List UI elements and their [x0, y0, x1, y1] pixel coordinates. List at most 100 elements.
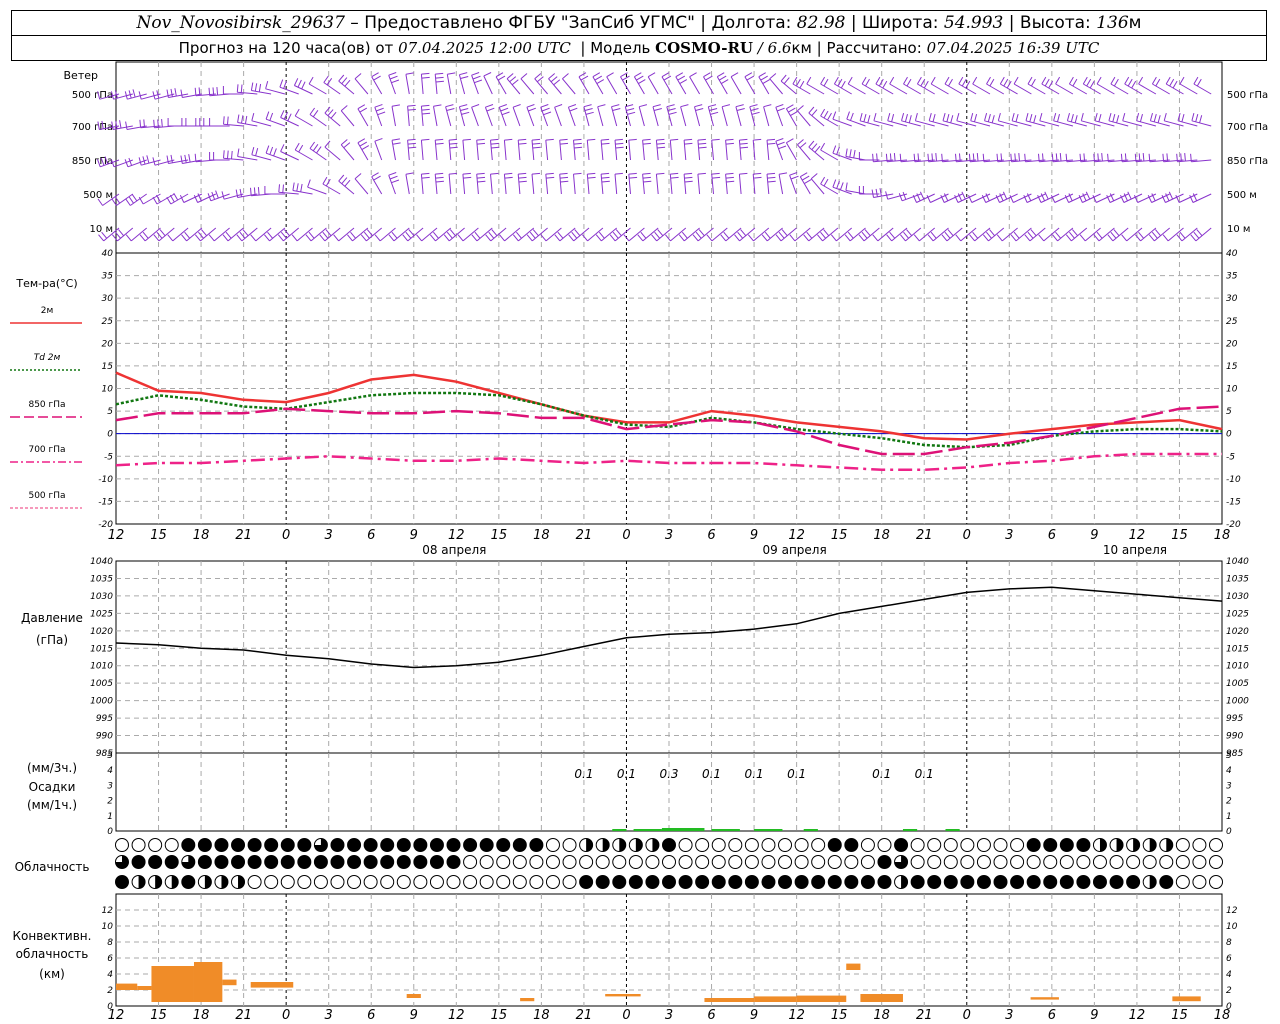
cloud-cover-symbol [827, 838, 842, 852]
cloud-cover-symbol [1026, 855, 1041, 869]
header-dash: – [350, 13, 359, 33]
wind-barb [278, 184, 299, 195]
wind-barb [490, 138, 500, 161]
x-tick-label-top: 18 [533, 528, 550, 543]
wind-barb [340, 105, 355, 127]
cloud-cover-symbol [313, 875, 328, 889]
wind-barb [446, 72, 456, 95]
precip-bar [945, 829, 960, 831]
pressure-tick-label-right: 1010 [1226, 662, 1249, 672]
cloud-cover-symbol [728, 855, 743, 869]
cloud-cover-symbol [1010, 838, 1025, 852]
cloud-cover-symbol [877, 875, 892, 889]
temp-tick-label-left: -5 [104, 452, 113, 462]
wind-barb [875, 76, 894, 95]
temp-tick-label-right: -15 [1226, 497, 1241, 507]
cloud-cover-symbol [247, 855, 262, 869]
wind-barb [903, 76, 922, 95]
cloud-cover-symbol [960, 838, 975, 852]
wind-barb [434, 172, 444, 195]
cloud-cover-symbol [413, 855, 428, 869]
temp-tick-label-right: -10 [1226, 475, 1241, 485]
cloud-cover-symbol [579, 875, 594, 889]
cloud-cover-symbol [695, 855, 710, 869]
cloud-cover-symbol [811, 855, 826, 869]
wind-barb [901, 112, 921, 127]
cloud-cover-symbol [1010, 855, 1025, 869]
conv-cloud-bar [250, 982, 294, 988]
cloud-cover-symbol [943, 855, 958, 869]
wind-barb [250, 82, 272, 95]
cloud-cover-symbol [181, 838, 196, 852]
wind-barb [592, 72, 605, 95]
conv-cloud-bar [860, 994, 903, 1002]
wind-barb [833, 76, 852, 95]
wind-barb [545, 138, 554, 161]
cloud-cover-fill [1116, 838, 1124, 852]
cloud-cover-symbol [628, 855, 643, 869]
temp-tick-label-right: 35 [1226, 272, 1238, 282]
wind-barb [749, 104, 760, 127]
wind-barb [391, 104, 400, 127]
cloud-title: Облачность [15, 860, 90, 874]
wind-barb [680, 104, 689, 127]
cloud-cover-symbol [993, 875, 1008, 889]
wind-barb [600, 138, 610, 161]
cloud-cover-fill [155, 875, 162, 889]
altitude-unit: м [1128, 13, 1142, 33]
wind-barb [871, 188, 894, 198]
cloud-cover-symbol [164, 838, 179, 852]
temp-tick-label-left: 30 [102, 294, 114, 304]
meteogram: Ветер 500 гПа 500 гПа 700 гПа 700 гПа 850 гПа… [0, 0, 1280, 1024]
pressure-tick-label-right: 995 [1226, 714, 1243, 724]
wind-barb [1165, 76, 1184, 95]
cloud-cover-symbol [1043, 838, 1058, 852]
wind-barb [388, 72, 400, 95]
precip-tick-label-right: 5 [1226, 751, 1232, 761]
wind-barb [1136, 112, 1157, 127]
x-tick-label-bottom: 21 [235, 1008, 252, 1023]
conv-tick-label-right: 2 [1226, 986, 1232, 996]
cloud-cover-symbol [545, 838, 560, 852]
wind-level-label-right: 500 гПа [1227, 90, 1268, 101]
cloud-cover-symbol [744, 855, 759, 869]
cloud-cover-symbol [463, 855, 478, 869]
wind-level-label-right: 10 м [1227, 224, 1250, 235]
x-tick-label-bottom: 15 [1171, 1008, 1188, 1023]
cloud-cover-symbol [1043, 855, 1058, 869]
wind-barb [758, 72, 770, 95]
pressure-tick-label-left: 1005 [90, 679, 113, 689]
wind-barb [785, 104, 798, 127]
cloud-cover-symbol [214, 838, 229, 852]
wind-barb [1151, 76, 1170, 95]
wind-barb [559, 138, 569, 161]
cloud-cover-symbol [413, 875, 428, 889]
wind-barb [1053, 112, 1074, 127]
cloud-cover-symbol [1175, 855, 1190, 869]
wind-barb [847, 76, 866, 95]
wind-barb [503, 172, 513, 195]
wind-barb [995, 191, 1018, 203]
wind-barb [476, 172, 486, 195]
cloud-cover-symbol [910, 855, 925, 869]
wind-barb [711, 172, 721, 195]
cloud-cover-symbol [231, 855, 246, 869]
cloud-cover-symbol [993, 855, 1008, 869]
wind-barb [237, 114, 258, 127]
temp-tick-label-left: 25 [102, 317, 114, 327]
wind-barb [181, 118, 202, 127]
cloud-cover-symbol [1126, 875, 1141, 889]
cloud-cover-symbol [662, 838, 676, 852]
wind-barb [391, 138, 401, 161]
wind-level-label-left: 500 гПа [72, 90, 113, 101]
cloud-cover-symbol [976, 838, 991, 852]
wind-barb [928, 112, 949, 127]
cloud-cover-fill [1149, 838, 1157, 852]
wind-barb [520, 73, 535, 95]
wind-barb [180, 89, 202, 98]
wind-barb [586, 172, 596, 195]
cloud-cover-symbol [363, 838, 378, 852]
temp-tick-label-left: 0 [107, 430, 113, 440]
wind-barb [958, 76, 977, 95]
wind-barb [235, 188, 258, 198]
